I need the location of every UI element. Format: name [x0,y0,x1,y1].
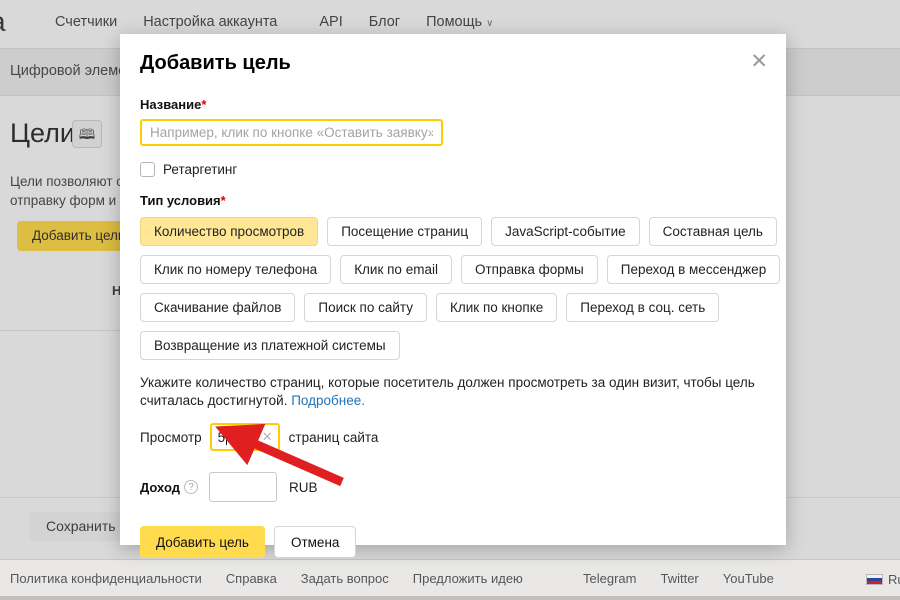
views-label: Просмотр [140,430,202,445]
name-label: Название* [140,97,766,112]
nav-item-help[interactable]: Помощь∨ [426,14,493,30]
footer-link-help[interactable]: Справка [226,571,277,586]
retargeting-checkbox[interactable] [140,162,155,177]
footer-link-twitter[interactable]: Twitter [660,571,698,586]
nav-item-api[interactable]: API [319,14,342,30]
condition-chip-messenger[interactable]: Переход в мессенджер [607,255,780,284]
help-question-icon[interactable]: ? [184,480,198,494]
views-suffix: страниц сайта [289,430,379,445]
required-asterisk: * [221,193,226,208]
condition-chip-email-click[interactable]: Клик по email [340,255,452,284]
condition-chip-file-download[interactable]: Скачивание файлов [140,293,295,322]
cancel-button[interactable]: Отмена [274,526,356,558]
footer-link-suggest-idea[interactable]: Предложить идею [413,571,523,586]
condition-chip-page-visits[interactable]: Посещение страниц [327,217,482,246]
footer-link-youtube[interactable]: YouTube [723,571,774,586]
docs-book-icon[interactable]: 🕮 [72,120,102,148]
learn-more-link[interactable]: Подробнее. [291,393,365,408]
page-description: Цели позволяют от отправку форм и м [10,172,130,210]
nav-item-account-settings[interactable]: Настройка аккаунта [143,14,277,30]
clear-icon[interactable]: ✕ [262,429,273,445]
footer-link-ask-question[interactable]: Задать вопрос [301,571,389,586]
add-goal-modal: ✕ Добавить цель Название* Ретаргетинг Ти… [120,34,786,545]
condition-chip-site-search[interactable]: Поиск по сайту [304,293,427,322]
views-count-input[interactable]: 5 ✕ [210,423,280,451]
retargeting-label: Ретаргетинг [163,162,237,177]
nav-item-counters[interactable]: Счетчики [55,14,117,30]
footer: Политика конфиденциальности Справка Зада… [0,559,900,596]
close-icon[interactable]: ✕ [750,54,768,70]
hint-text: Укажите количество страниц, которые посе… [140,374,768,410]
condition-chip-composite[interactable]: Составная цель [649,217,777,246]
footer-link-privacy[interactable]: Политика конфиденциальности [10,571,202,586]
condition-chip-phone-click[interactable]: Клик по номеру телефона [140,255,331,284]
revenue-label: Доход [140,480,180,495]
required-asterisk: * [201,97,206,112]
condition-chip-pageviews[interactable]: Количество просмотров [140,217,318,246]
russia-flag-icon [866,574,883,585]
language-selector[interactable]: Ru [866,572,900,587]
nav-item-blog[interactable]: Блог [369,14,400,30]
revenue-input[interactable] [209,472,277,502]
currency-label: RUB [289,480,318,495]
submit-add-goal-button[interactable]: Добавить цель [140,526,265,558]
table-divider [0,330,120,331]
retargeting-checkbox-row[interactable]: Ретаргетинг [140,162,766,177]
condition-chip-payment-return[interactable]: Возвращение из платежной системы [140,331,400,360]
condition-chip-social-network[interactable]: Переход в соц. сеть [566,293,719,322]
footer-link-telegram[interactable]: Telegram [583,571,636,586]
page-title: Цели [10,118,75,149]
modal-title: Добавить цель [140,52,766,75]
views-count-value: 5 [218,430,226,445]
condition-chip-form-submit[interactable]: Отправка формы [461,255,598,284]
goal-name-input[interactable] [140,119,443,146]
text-cursor [226,430,227,445]
condition-chip-js-event[interactable]: JavaScript-событие [491,217,640,246]
language-label: Ru [888,572,900,587]
condition-chip-button-click[interactable]: Клик по кнопке [436,293,557,322]
condition-type-label: Тип условия* [140,193,766,208]
chevron-down-icon: ∨ [486,18,493,29]
save-button[interactable]: Сохранить [30,512,132,541]
bottom-strip [0,596,900,600]
logo-fragment: а [0,6,6,38]
breadcrumb: Цифровой элеме [10,63,126,79]
